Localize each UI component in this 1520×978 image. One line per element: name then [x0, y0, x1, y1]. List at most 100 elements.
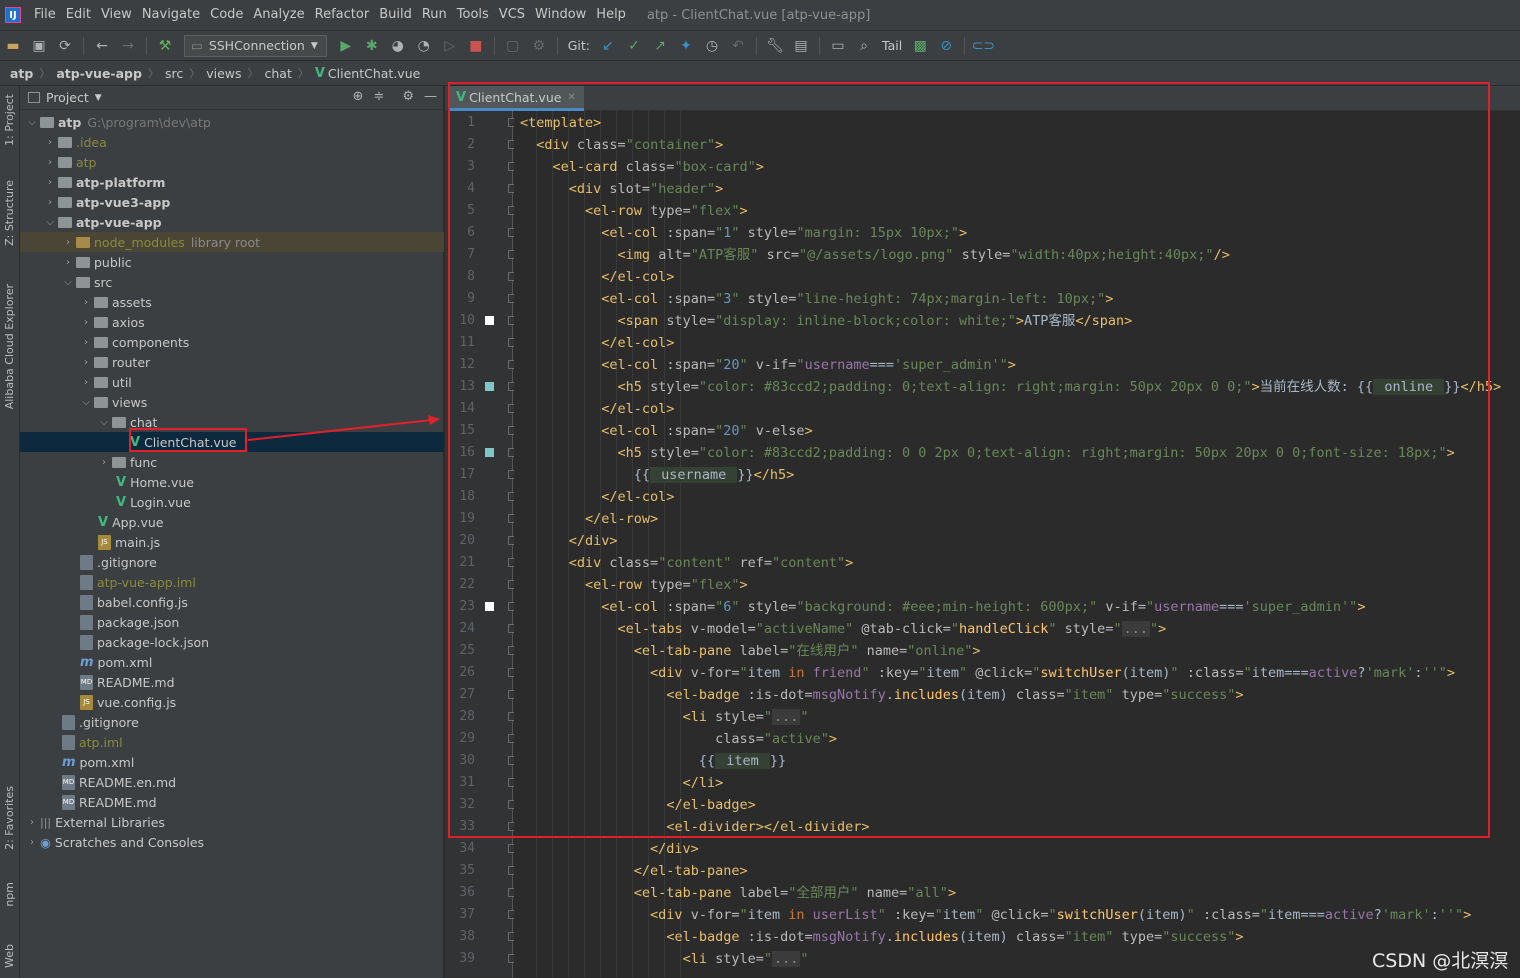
chevron-down-icon[interactable]: ▼ — [95, 93, 102, 103]
tree-item-atp-vue3-app[interactable]: › atp-vue3-app — [20, 192, 444, 212]
back-arrow-icon[interactable]: ← — [91, 35, 113, 57]
tree-item-babel-config[interactable]: babel.config.js — [20, 592, 444, 612]
menu-analyze[interactable]: Analyze — [248, 0, 309, 30]
menu-help[interactable]: Help — [591, 0, 631, 30]
locate-icon[interactable]: ⊕ — [353, 89, 364, 104]
tree-item-vue-config[interactable]: JS vue.config.js — [20, 692, 444, 712]
tree-item-atp-folder[interactable]: › atp — [20, 152, 444, 172]
menu-edit[interactable]: Edit — [61, 0, 96, 30]
chevron-right-icon[interactable]: › — [24, 817, 40, 828]
chevron-right-icon[interactable]: › — [60, 237, 76, 248]
chevron-down-icon[interactable]: ⌵ — [78, 397, 94, 408]
hide-icon[interactable]: — — [424, 89, 437, 104]
run-configuration-select[interactable]: ▭ SSHConnection ▼ — [184, 34, 327, 57]
tree-item-package-lock[interactable]: package-lock.json — [20, 632, 444, 652]
tree-item-login-vue[interactable]: V Login.vue — [20, 492, 444, 512]
monitor-icon[interactable]: ▩ — [909, 35, 931, 57]
close-icon[interactable]: ✕ — [567, 92, 575, 103]
tree-item-views[interactable]: ⌵ views — [20, 392, 444, 412]
attach-debugger-icon[interactable]: ▢ — [502, 35, 524, 57]
tree-item-root-gitignore[interactable]: .gitignore — [20, 712, 444, 732]
chevron-right-icon[interactable]: › — [42, 197, 58, 208]
tree-item-func[interactable]: › func — [20, 452, 444, 472]
menu-navigate[interactable]: Navigate — [137, 0, 205, 30]
menu-code[interactable]: Code — [205, 0, 248, 30]
tree-item-assets[interactable]: › assets — [20, 292, 444, 312]
code-editor[interactable]: <template> <div class="container"> <el-c… — [514, 111, 1520, 978]
tree-item-components[interactable]: › components — [20, 332, 444, 352]
breadcrumb-chat[interactable]: chat — [265, 66, 292, 81]
tree-item-clientchat-vue[interactable]: V ClientChat.vue — [20, 432, 444, 452]
build-hammer-icon[interactable]: ⚒ — [154, 35, 176, 57]
menu-run[interactable]: Run — [417, 0, 452, 30]
no-entry-icon[interactable]: ⊘ — [935, 35, 957, 57]
chevron-right-icon[interactable]: › — [78, 377, 94, 388]
resume-icon[interactable]: ▷ — [439, 35, 461, 57]
terminal-icon[interactable]: ▭ — [827, 35, 849, 57]
tree-item-package-json[interactable]: package.json — [20, 612, 444, 632]
cloud-toolkit-icon[interactable]: ⊂⊃ — [971, 35, 994, 57]
menu-view[interactable]: View — [96, 0, 137, 30]
breadcrumb-atp[interactable]: atp — [10, 66, 33, 81]
tree-item-atp-vue-app-iml[interactable]: atp-vue-app.iml — [20, 572, 444, 592]
search-icon[interactable]: ⌕ — [853, 35, 875, 57]
settings-wrench-icon[interactable]: 🔧︎ — [764, 35, 786, 57]
chevron-right-icon[interactable]: › — [78, 337, 94, 348]
tab-web[interactable]: Web — [3, 944, 16, 968]
tree-item-app-vue[interactable]: V App.vue — [20, 512, 444, 532]
chevron-down-icon[interactable]: ⌵ — [24, 117, 40, 128]
tail-button[interactable]: Tail — [882, 38, 902, 53]
open-folder-icon[interactable]: ▬ — [2, 35, 24, 57]
chevron-right-icon[interactable]: › — [96, 457, 112, 468]
menu-build[interactable]: Build — [374, 0, 417, 30]
breadcrumb-views[interactable]: views — [206, 66, 241, 81]
breadcrumb-atp-vue-app[interactable]: atp-vue-app — [56, 66, 142, 81]
breadcrumb-src[interactable]: src — [165, 66, 183, 81]
history-icon[interactable]: ◷ — [701, 35, 723, 57]
project-structure-icon[interactable]: ▤ — [790, 35, 812, 57]
tree-item-router[interactable]: › router — [20, 352, 444, 372]
tree-item-pom-xml[interactable]: m pom.xml — [20, 652, 444, 672]
breadcrumb-file[interactable]: ClientChat.vue — [328, 66, 420, 81]
tree-item-home-vue[interactable]: V Home.vue — [20, 472, 444, 492]
chevron-right-icon[interactable]: › — [42, 137, 58, 148]
tree-item-gitignore[interactable]: .gitignore — [20, 552, 444, 572]
git-update-icon[interactable]: ↙ — [597, 35, 619, 57]
menu-window[interactable]: Window — [530, 0, 591, 30]
git-push-icon[interactable]: ↗ — [649, 35, 671, 57]
tree-item-idea[interactable]: › .idea — [20, 132, 444, 152]
tab-npm[interactable]: npm — [3, 882, 16, 907]
tree-item-atp[interactable]: ⌵ atp G:\program\dev\atp — [20, 112, 444, 132]
chevron-right-icon[interactable]: › — [42, 157, 58, 168]
tree-item-src[interactable]: ⌵ src — [20, 272, 444, 292]
project-view-select[interactable]: Project — [46, 90, 89, 105]
tree-item-external-libraries[interactable]: › ||| External Libraries — [20, 812, 444, 832]
menu-tools[interactable]: Tools — [452, 0, 494, 30]
git-commit-icon[interactable]: ✓ — [623, 35, 645, 57]
save-all-icon[interactable]: ▣ — [28, 35, 50, 57]
tab-project[interactable]: 1: Project — [3, 94, 16, 146]
tree-item-node-modules[interactable]: › node_modules library root — [20, 232, 444, 252]
tree-item-main-js[interactable]: JS main.js — [20, 532, 444, 552]
chevron-down-icon[interactable]: ⌵ — [60, 277, 76, 288]
chevron-right-icon[interactable]: › — [60, 257, 76, 268]
menu-file[interactable]: File — [29, 0, 61, 30]
gear-icon[interactable]: ⚙ — [402, 89, 414, 104]
tree-item-atp-vue-app[interactable]: ⌵ atp-vue-app — [20, 212, 444, 232]
debug-settings-icon[interactable]: ⚙ — [528, 35, 550, 57]
tab-structure[interactable]: Z: Structure — [3, 180, 16, 246]
chevron-right-icon[interactable]: › — [78, 297, 94, 308]
tree-item-public[interactable]: › public — [20, 252, 444, 272]
run-icon[interactable]: ▶ — [335, 35, 357, 57]
tab-favorites[interactable]: 2: Favorites — [3, 786, 16, 850]
tree-item-root-readme[interactable]: MD README.md — [20, 792, 444, 812]
tree-item-util[interactable]: › util — [20, 372, 444, 392]
tab-alibaba-cloud-explorer[interactable]: Alibaba Cloud Explorer — [3, 284, 16, 409]
chevron-right-icon[interactable]: › — [78, 317, 94, 328]
chevron-down-icon[interactable]: ⌵ — [96, 417, 112, 428]
chevron-right-icon[interactable]: › — [24, 837, 40, 848]
tree-item-readme-md[interactable]: MD README.md — [20, 672, 444, 692]
tab-clientchat-vue[interactable]: V ClientChat.vue ✕ — [448, 86, 584, 111]
menu-refactor[interactable]: Refactor — [310, 0, 375, 30]
coverage-icon[interactable]: ◕ — [387, 35, 409, 57]
